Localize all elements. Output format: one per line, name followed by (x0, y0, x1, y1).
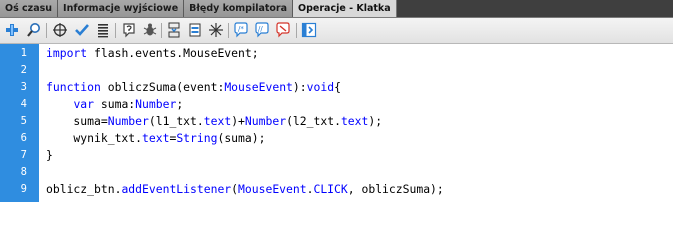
code-token: (l1_txt. (148, 114, 204, 128)
panel-tab-bar: Oś czasu Informacje wyjściowe Błędy komp… (0, 0, 673, 18)
code-token: suma= (46, 114, 108, 128)
tab-output[interactable]: Informacje wyjściowe (58, 0, 185, 17)
code-line[interactable]: 6 wynik_txt.text=String(suma); (0, 130, 673, 147)
line-code: var suma:Number; (46, 96, 183, 113)
code-token: ); (368, 114, 383, 128)
builtin-token: String (176, 131, 218, 145)
builtin-token: text (203, 114, 232, 128)
keyword-token: function (46, 80, 101, 94)
line-code: wynik_txt.text=String(suma); (46, 130, 265, 147)
line-number: 5 (20, 115, 27, 127)
code-token: )+ (231, 114, 245, 128)
line-number: 3 (20, 81, 27, 93)
builtin-token: addEventListener (121, 182, 232, 196)
toolbar-separator (161, 23, 162, 38)
toolbar-separator (115, 23, 116, 38)
toolbar-separator (46, 23, 47, 38)
builtin-token: Number (135, 97, 177, 111)
debug-options-icon[interactable] (142, 22, 158, 38)
line-number: 2 (20, 64, 27, 76)
apply-line-comment-icon[interactable]: // (254, 22, 270, 38)
add-statement-icon[interactable] (4, 22, 20, 38)
toolbar-separator (296, 23, 297, 38)
builtin-token: text (142, 131, 170, 145)
code-line[interactable]: 5 suma=Number(l1_txt.text)+Number(l2_txt… (0, 113, 673, 130)
code-hint-icon[interactable] (121, 22, 137, 38)
insert-target-path-icon[interactable] (52, 22, 68, 38)
code-line[interactable]: 1 import flash.events.MouseEvent; (0, 45, 673, 62)
code-line[interactable]: 7} (0, 147, 673, 164)
line-code: oblicz_btn.addEventListener(MouseEvent.C… (46, 181, 444, 198)
code-line[interactable]: 2 (0, 62, 673, 79)
builtin-token: Number (107, 114, 149, 128)
toolbar-separator (228, 23, 229, 38)
code-token: wynik_txt. (46, 131, 143, 145)
code-editor[interactable]: 1 import flash.events.MouseEvent; 2 3 functi… (0, 44, 673, 202)
check-syntax-icon[interactable] (74, 22, 90, 38)
code-token: { (334, 80, 341, 94)
collapse-selection-icon[interactable] (187, 22, 203, 38)
code-token: flash.events.MouseEvent; (87, 46, 259, 60)
code-token: suma: (94, 97, 136, 111)
code-token: obliczSuma(event: (100, 80, 225, 94)
line-code: import flash.events.MouseEvent; (46, 45, 259, 62)
keyword-token: import (46, 46, 88, 60)
line-number: 4 (20, 98, 27, 110)
line-code: } (46, 147, 53, 164)
line-number: 8 (20, 166, 27, 178)
auto-format-icon[interactable] (95, 22, 111, 38)
line-code: suma=Number(l1_txt.text)+Number(l2_txt.t… (46, 113, 382, 130)
line-number: 6 (20, 132, 27, 144)
builtin-token: Number (244, 114, 287, 128)
keyword-token: var (73, 97, 95, 111)
builtin-token: MouseEvent (224, 80, 293, 94)
line-number: 9 (20, 183, 27, 195)
code-token: (suma); (217, 131, 266, 145)
code-token: ): (292, 80, 307, 94)
code-line[interactable]: 4 var suma:Number; (0, 96, 673, 113)
code-line[interactable]: 9 oblicz_btn.addEventListener(MouseEvent.… (0, 181, 673, 198)
remove-comment-icon[interactable] (275, 22, 291, 38)
code-line[interactable]: 8 (0, 164, 673, 181)
code-token: ; (176, 97, 184, 111)
code-token: } (46, 148, 53, 162)
svg-text://: // (258, 25, 263, 33)
expand-all-icon[interactable] (208, 22, 224, 38)
code-token: ( (231, 182, 239, 196)
tab-compiler-errors[interactable]: Błędy kompilatora (184, 0, 294, 17)
line-number: 1 (20, 47, 27, 59)
collapse-between-braces-icon[interactable] (166, 22, 182, 38)
tab-actions-frame[interactable]: Operacje - Klatka (293, 0, 397, 17)
code-token: (l2_txt. (286, 114, 341, 128)
line-code: function obliczSuma(event:MouseEvent):vo… (46, 79, 341, 96)
code-token: , obliczSuma); (347, 182, 444, 196)
builtin-token: text (340, 114, 369, 128)
builtin-token: CLICK (313, 182, 348, 196)
find-icon[interactable] (26, 22, 42, 38)
keyword-token: void (306, 80, 335, 94)
tab-timeline[interactable]: Oś czasu (0, 0, 59, 17)
line-number: 7 (20, 149, 27, 161)
code-line[interactable]: 3 function obliczSuma(event:MouseEvent):v… (0, 79, 673, 96)
code-token: oblicz_btn. (46, 182, 122, 196)
apply-block-comment-icon[interactable]: /* (233, 22, 249, 38)
builtin-token: MouseEvent (238, 182, 307, 196)
actions-toolbar: /* // (0, 18, 673, 44)
svg-text:/*: /* (238, 25, 244, 33)
show-hide-toolbox-icon[interactable] (301, 22, 317, 38)
